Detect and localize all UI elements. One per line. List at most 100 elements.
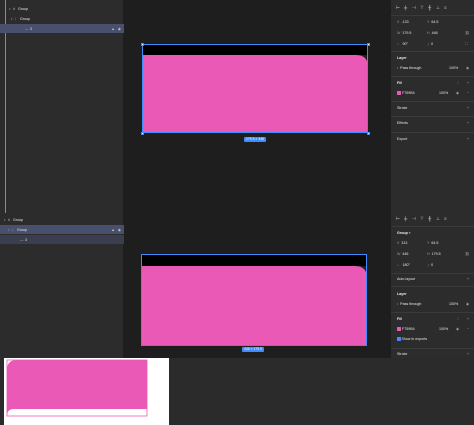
align-bottom-icon[interactable]: ⊥ <box>436 5 444 11</box>
resize-handle-bl[interactable] <box>140 131 144 135</box>
distribute-icon[interactable]: ≡ <box>444 5 452 10</box>
layer-row-shape-3[interactable]: — 3 🔒︎ ◉ <box>0 24 124 33</box>
layer-opacity[interactable]: 100% <box>449 66 458 70</box>
show-in-exports-checkbox[interactable]: Show in exports <box>397 337 427 341</box>
fill-visibility-icon[interactable]: ◉ <box>456 91 459 95</box>
divider <box>391 312 474 313</box>
align-left-icon[interactable]: ⊢ <box>396 216 404 222</box>
add-stroke-icon[interactable]: + <box>467 352 469 356</box>
align-middle-v-icon[interactable]: ╫ <box>428 5 436 10</box>
layer-section-title: Layer <box>397 292 407 296</box>
export-preview-artwork <box>6 359 148 417</box>
fill-swatch[interactable] <box>397 91 401 96</box>
layer-row-group[interactable]: ▾ # Group <box>0 4 124 13</box>
layer-name: Group <box>18 6 28 11</box>
layer-name: Group <box>17 227 27 232</box>
visibility-icon[interactable]: ◉ <box>466 66 469 70</box>
visibility-icon[interactable]: ◉ <box>466 302 469 306</box>
w-field[interactable]: W 446 <box>397 252 408 256</box>
radius-field[interactable]: ╭ 0 <box>427 263 433 267</box>
checkbox-checked-icon[interactable] <box>397 337 401 341</box>
canvas-1[interactable]: 179.5 × 446 <box>124 0 390 213</box>
add-fill-icon[interactable]: + <box>467 81 469 85</box>
align-center-h-icon[interactable]: ╪ <box>404 5 412 10</box>
lock-icon[interactable]: 🔒︎ <box>112 228 114 232</box>
rotation-field[interactable]: ∟ 180° <box>397 263 410 267</box>
divider <box>391 76 474 77</box>
add-stroke-icon[interactable]: + <box>467 106 469 110</box>
stroke-section-title[interactable]: Stroke <box>397 352 407 356</box>
layer-name: Group <box>20 16 30 21</box>
layer-row-shape-3[interactable]: — 3 <box>0 235 124 244</box>
blend-icon: ◐ <box>397 66 400 70</box>
effects-section-title[interactable]: Effects <box>397 121 408 125</box>
rotation-icon: ∟ <box>397 42 401 46</box>
alignment-row: ⊢ ╪ ⊣ ⊤ ╫ ⊥ ≡ <box>396 216 452 222</box>
constrain-proportions-icon[interactable]: ⛓︎ <box>465 31 470 35</box>
layer-row-group[interactable]: ▾ # Group <box>0 215 124 224</box>
expand-radius-icon[interactable]: ⛶ <box>465 42 468 46</box>
group-section-title[interactable]: Group ▾ <box>397 231 411 235</box>
radius-field[interactable]: ╭ 0 <box>427 42 433 46</box>
divider <box>391 286 474 287</box>
add-auto-layout-icon[interactable]: + <box>467 277 469 281</box>
fill-row[interactable]: F759B4 <box>397 327 415 332</box>
fill-swatch[interactable] <box>397 327 401 332</box>
auto-layout-section-title[interactable]: Auto layout <box>397 277 415 281</box>
align-center-h-icon[interactable]: ╪ <box>404 216 412 221</box>
layer-opacity[interactable]: 100% <box>449 302 458 306</box>
align-bottom-icon[interactable]: ⊥ <box>436 216 444 222</box>
h-field[interactable]: H 446 <box>427 31 438 35</box>
fill-opacity[interactable]: 100% <box>439 327 448 331</box>
x-field[interactable]: X -133 <box>397 20 409 24</box>
fill-row[interactable]: F759B4 <box>397 91 415 96</box>
lock-icon[interactable]: 🔒︎ <box>112 27 114 31</box>
y-field[interactable]: Y 64.5 <box>427 241 438 245</box>
resize-handle-tr[interactable] <box>366 42 370 46</box>
x-field[interactable]: X 313 <box>397 241 407 245</box>
layers-panel-1: ▾ # Group ▾ ⁞ Group — 3 🔒︎ ◉ <box>0 0 124 213</box>
constrain-proportions-icon[interactable]: ⛓︎ <box>465 252 470 256</box>
resize-handle-tl[interactable] <box>140 42 144 46</box>
rotation-field[interactable]: ∟ 90° <box>397 42 408 46</box>
align-top-icon[interactable]: ⊤ <box>420 5 428 11</box>
eye-icon[interactable]: ◉ <box>118 228 121 232</box>
divider <box>391 348 474 349</box>
layer-row-subgroup[interactable]: ▾ ⁞ Group <box>0 14 124 23</box>
blend-mode-select[interactable]: ◐ Pass through <box>397 66 421 70</box>
layer-row-subgroup[interactable]: ▾ ⁞ Group 🔒︎ ◉ <box>0 225 124 234</box>
style-grid-icon[interactable]: ⁚⁚ <box>457 81 459 85</box>
layer-name: Group <box>13 217 23 222</box>
add-effect-icon[interactable]: + <box>467 121 469 125</box>
properties-panel-2: ⊢ ╪ ⊣ ⊤ ╫ ⊥ ≡ Group ▾ X 313 Y 64.5 W 446 H 179… <box>390 213 474 358</box>
canvas-2[interactable]: 446 × 179.5 <box>124 213 390 358</box>
align-right-icon[interactable]: ⊣ <box>412 216 420 222</box>
divider <box>391 273 474 274</box>
blend-mode-select[interactable]: ◐ Pass through <box>397 302 421 306</box>
divider <box>391 101 474 102</box>
h-field[interactable]: H 179.5 <box>427 252 441 256</box>
align-middle-v-icon[interactable]: ╫ <box>428 216 436 221</box>
resize-handle-br[interactable] <box>366 131 370 135</box>
eye-icon[interactable]: ◉ <box>118 27 121 31</box>
fill-section-title: Fill <box>397 81 403 85</box>
w-field[interactable]: W 179.5 <box>397 31 411 35</box>
align-top-icon[interactable]: ⊤ <box>420 216 428 222</box>
remove-fill-icon[interactable]: − <box>467 327 469 331</box>
remove-fill-icon[interactable]: − <box>467 91 469 95</box>
stroke-section-title[interactable]: Stroke <box>397 106 407 110</box>
size-badge: 179.5 × 446 <box>244 137 267 142</box>
fill-opacity[interactable]: 100% <box>439 91 448 95</box>
rotation-icon: ∟ <box>397 263 401 267</box>
y-field[interactable]: Y 64.5 <box>427 20 438 24</box>
distribute-icon[interactable]: ≡ <box>444 216 452 221</box>
fill-visibility-icon[interactable]: ◉ <box>456 327 459 331</box>
align-right-icon[interactable]: ⊣ <box>412 5 420 11</box>
export-section-title[interactable]: Export <box>397 137 407 141</box>
add-export-icon[interactable]: + <box>467 137 469 141</box>
align-left-icon[interactable]: ⊢ <box>396 5 404 11</box>
divider <box>391 132 474 133</box>
pink-shape <box>7 360 147 416</box>
style-grid-icon[interactable]: ⁚⁚ <box>457 317 459 321</box>
add-fill-icon[interactable]: + <box>467 317 469 321</box>
